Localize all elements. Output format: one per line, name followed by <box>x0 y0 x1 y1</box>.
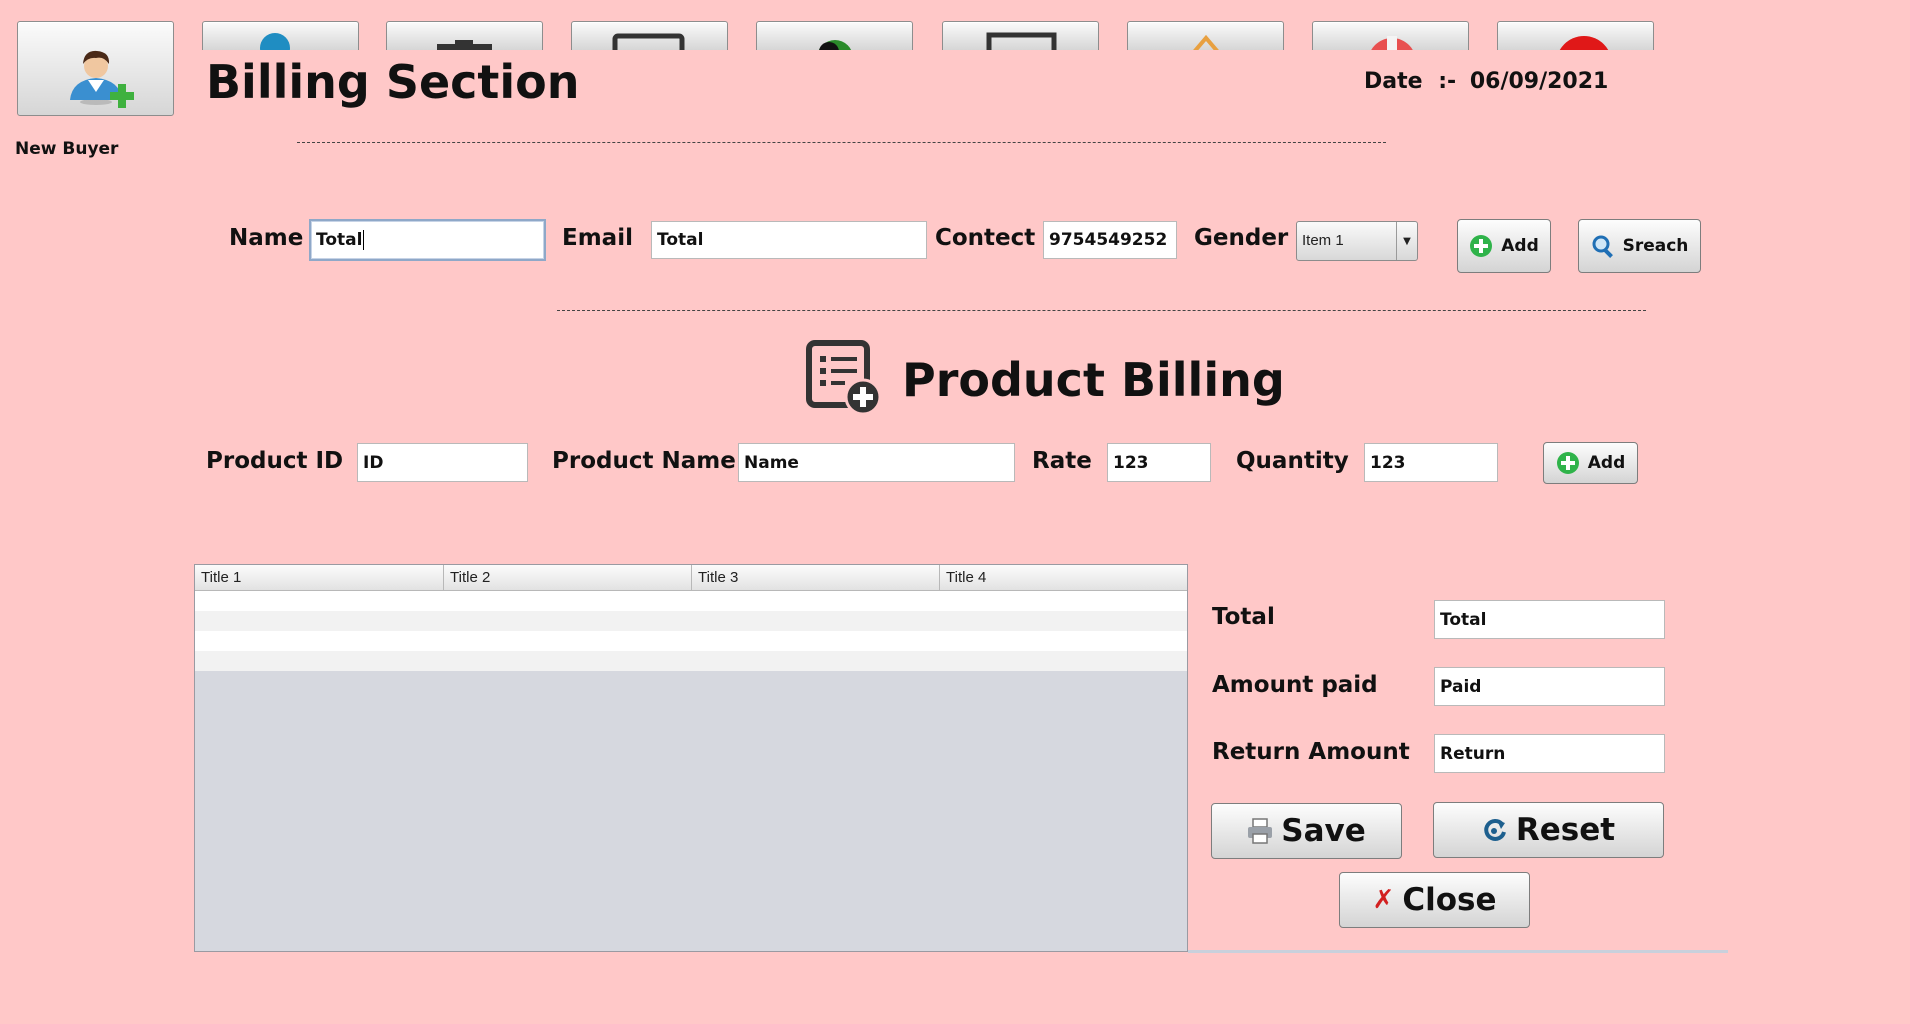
close-icon: ✗ <box>1372 885 1395 915</box>
quantity-value: 123 <box>1370 452 1406 473</box>
date-value: 06/09/2021 <box>1469 69 1609 94</box>
search-icon <box>1592 235 1613 258</box>
total-label: Total <box>1212 604 1275 630</box>
table-row[interactable] <box>195 631 1187 651</box>
printer-icon <box>1248 818 1273 844</box>
add-icon <box>1556 452 1579 474</box>
list-icon <box>612 33 685 50</box>
bill-add-icon <box>806 340 882 416</box>
save-label: Save <box>1281 813 1366 849</box>
product-name-value: Name <box>744 452 799 473</box>
billing-table[interactable]: Title 1 Title 2 Title 3 Title 4 <box>194 564 1188 952</box>
toolbar-button-6[interactable] <box>942 21 1099 50</box>
toolbar-button-8[interactable] <box>1312 21 1469 50</box>
add-icon <box>1470 235 1493 257</box>
date-display: Date :- 06/09/2021 <box>1364 69 1608 94</box>
column-header-1[interactable]: Title 1 <box>195 565 444 590</box>
add-product-label: Add <box>1587 453 1626 473</box>
new-buyer-label: New Buyer <box>15 139 119 159</box>
power-icon <box>1559 36 1609 50</box>
table-header: Title 1 Title 2 Title 3 Title 4 <box>195 565 1187 591</box>
user-icon <box>260 33 290 50</box>
contact-field-value: 9754549252 <box>1049 230 1168 250</box>
return-amount-field[interactable]: Return <box>1434 734 1665 773</box>
return-amount-value: Return <box>1440 743 1506 764</box>
name-field[interactable]: Total <box>309 219 546 261</box>
contact-field[interactable]: 9754549252 <box>1043 221 1177 259</box>
product-billing-title: Product Billing <box>902 353 1285 407</box>
table-row[interactable] <box>195 651 1187 671</box>
email-label: Email <box>562 225 633 251</box>
email-field[interactable]: Total <box>651 221 927 259</box>
quantity-field[interactable]: 123 <box>1364 443 1498 482</box>
gender-label: Gender <box>1194 225 1289 251</box>
close-label: Close <box>1402 882 1497 918</box>
monitor-icon <box>986 32 1057 50</box>
product-name-label: Product Name <box>552 448 736 474</box>
product-name-field[interactable]: Name <box>738 443 1015 482</box>
globe-icon <box>818 40 852 50</box>
reset-button[interactable]: Reset <box>1433 802 1664 858</box>
save-button[interactable]: Save <box>1211 803 1402 859</box>
toolbar-button-5[interactable] <box>756 21 913 50</box>
home-icon <box>1193 34 1219 50</box>
toolbar-button-2[interactable] <box>202 21 359 50</box>
contact-label: Contect <box>935 225 1036 251</box>
rate-label: Rate <box>1032 448 1092 474</box>
header-divider <box>297 142 1386 143</box>
add-buyer-label: Add <box>1501 236 1539 256</box>
form-divider <box>557 310 1646 311</box>
date-separator: :- <box>1438 69 1457 94</box>
name-label: Name <box>229 225 304 251</box>
add-buyer-button[interactable]: Add <box>1457 219 1551 273</box>
column-header-2[interactable]: Title 2 <box>444 565 692 590</box>
search-label: Sreach <box>1622 236 1689 256</box>
amount-paid-label: Amount paid <box>1212 672 1378 698</box>
toolbar-button-4[interactable] <box>571 21 728 50</box>
refresh-icon <box>1484 818 1506 841</box>
product-id-label: Product ID <box>206 448 344 474</box>
toolbar-button-3[interactable] <box>386 21 543 50</box>
new-buyer-button[interactable] <box>17 21 174 116</box>
page-title: Billing Section <box>206 55 580 109</box>
gender-select[interactable]: Item 1 ▼ <box>1296 221 1418 261</box>
total-field[interactable]: Total <box>1434 600 1665 639</box>
toolbar-button-7[interactable] <box>1127 21 1284 50</box>
chevron-down-icon[interactable]: ▼ <box>1396 222 1417 260</box>
return-amount-label: Return Amount <box>1212 739 1410 765</box>
total-value: Total <box>1440 609 1487 630</box>
column-header-4[interactable]: Title 4 <box>940 565 1187 590</box>
gender-select-value: Item 1 <box>1302 232 1344 249</box>
amount-paid-value: Paid <box>1440 676 1482 697</box>
name-field-value: Total <box>316 230 363 250</box>
search-button[interactable]: Sreach <box>1578 219 1701 273</box>
product-id-value: ID <box>363 452 384 473</box>
rate-value: 123 <box>1113 452 1149 473</box>
add-product-button[interactable]: Add <box>1543 442 1638 484</box>
reset-label: Reset <box>1515 812 1616 848</box>
date-label: Date <box>1364 69 1423 94</box>
toolbar-button-9[interactable] <box>1497 21 1654 50</box>
table-row[interactable] <box>195 611 1187 631</box>
briefcase-icon <box>437 40 492 50</box>
lifebuoy-icon <box>1371 36 1413 50</box>
table-baseline <box>1188 950 1728 953</box>
amount-paid-field[interactable]: Paid <box>1434 667 1665 706</box>
column-header-3[interactable]: Title 3 <box>692 565 940 590</box>
rate-field[interactable]: 123 <box>1107 443 1211 482</box>
add-user-icon <box>70 50 134 108</box>
product-id-field[interactable]: ID <box>357 443 528 482</box>
email-field-value: Total <box>657 230 704 250</box>
close-button[interactable]: ✗ Close <box>1339 872 1530 928</box>
quantity-label: Quantity <box>1236 448 1349 474</box>
table-row[interactable] <box>195 591 1187 611</box>
